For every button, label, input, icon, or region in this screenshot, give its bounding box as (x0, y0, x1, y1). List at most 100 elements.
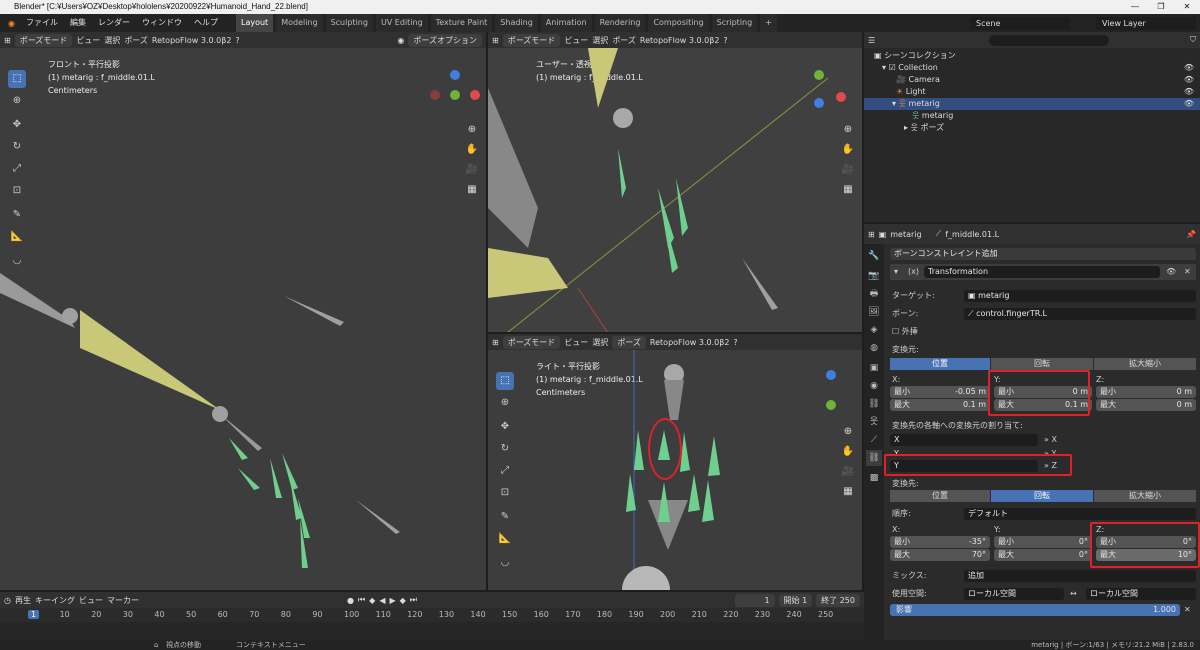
viewport-user[interactable]: ユーザー・透視投影 (1) metarig : f_middle.01.L ⊕ … (488, 48, 862, 332)
delete-constraint-icon[interactable]: ✕ (1184, 266, 1191, 278)
editor-type-icon[interactable]: ⊞ (4, 36, 11, 45)
select-menu[interactable]: 選択 (592, 337, 608, 348)
expand-arrow-icon[interactable]: ▸ (904, 123, 908, 132)
transform-tool-icon[interactable]: ⊡ (496, 484, 514, 502)
pose-menu[interactable]: ポーズ (612, 335, 646, 349)
record-icon[interactable]: ● (347, 596, 354, 605)
editor-type-icon[interactable]: ⊞ (492, 338, 499, 347)
play-reverse-icon[interactable]: ◀ (379, 596, 385, 605)
move-tool-icon[interactable]: ✥ (496, 418, 514, 436)
transform-tool-icon[interactable]: ⊡ (8, 182, 26, 200)
tab-physics-icon[interactable]: ◉ (866, 378, 882, 394)
editor-type-icon[interactable]: ☰ (868, 36, 875, 45)
extrapolate-checkbox[interactable]: ☐ 外挿 (892, 326, 918, 338)
frame-end-field[interactable]: 終了 250 (816, 593, 860, 607)
gizmo-y-axis[interactable] (826, 400, 836, 410)
mode-selector[interactable]: ポーズモード (14, 33, 73, 47)
menu-edit[interactable]: 編集 (65, 14, 91, 32)
tab-texture-icon[interactable]: ▩ (866, 470, 882, 486)
visibility-eye-icon[interactable]: 👁 (1184, 62, 1194, 74)
cursor-tool-icon[interactable]: ⊕ (8, 92, 26, 110)
editor-type-icon[interactable]: ⊞ (492, 36, 499, 45)
ortho-toggle-icon[interactable]: ▦ (840, 484, 856, 500)
workspace-tab-modeling[interactable]: Modeling (276, 14, 323, 32)
menu-render[interactable]: レンダー (93, 14, 135, 32)
scale-tool-icon[interactable]: ⤢ (8, 160, 26, 178)
owner-space-select[interactable]: ローカル空間 (964, 588, 1064, 600)
menu-window[interactable]: ウィンドウ (137, 14, 187, 32)
add-bone-constraint-button[interactable]: ボーンコンストレイント追加 (890, 248, 1196, 260)
map-to-tab-scale[interactable]: 拡大縮小 (1094, 490, 1196, 502)
pose-menu[interactable]: ポーズ (124, 35, 148, 46)
gizmo-z-axis[interactable] (826, 370, 836, 380)
src-z-max-field[interactable]: 最大 0 m (1096, 399, 1196, 411)
outliner-row-scene-collection[interactable]: ▣ シーンコレクション (864, 50, 1200, 62)
src-x-min-field[interactable]: 最小 -0.05 m (890, 386, 990, 398)
target-space-select[interactable]: ローカル空間 (1086, 588, 1196, 600)
workspace-tab-scripting[interactable]: Scripting (711, 14, 758, 32)
maximize-icon[interactable]: ❐ (1148, 0, 1174, 14)
visibility-eye-icon[interactable]: 👁 (1184, 86, 1194, 98)
help-icon[interactable]: ? (733, 338, 737, 347)
checkbox-icon[interactable]: ☑ (889, 63, 896, 72)
bone-field[interactable]: ⟋ control.fingerTR.L (964, 308, 1196, 320)
gizmo-y-axis[interactable] (450, 90, 460, 100)
next-key-icon[interactable]: ◆ (400, 596, 406, 605)
close-icon[interactable]: ✕ (1174, 0, 1200, 14)
ortho-toggle-icon[interactable]: ▦ (840, 182, 856, 198)
retopoflow-menu[interactable]: RetopoFlow 3.0.0β2 (650, 338, 729, 347)
annotate-tool-icon[interactable]: ✎ (8, 206, 26, 224)
select-menu[interactable]: 選択 (104, 35, 120, 46)
tab-bone-constraints-icon[interactable]: ⛓ (866, 450, 882, 466)
pose-tool-icon[interactable]: ◡ (8, 252, 26, 270)
tab-tool-icon[interactable]: 🔧 (866, 248, 882, 264)
add-workspace-icon[interactable]: + (760, 14, 777, 32)
rotate-tool-icon[interactable]: ↻ (496, 440, 514, 458)
visibility-eye-icon[interactable]: 👁 (1184, 74, 1194, 86)
play-icon[interactable]: ▶ (389, 596, 395, 605)
blender-logo-icon[interactable]: ◉ (4, 19, 19, 28)
map-from-tab-rotation[interactable]: 回転 (991, 358, 1093, 370)
pan-icon[interactable]: ✋ (464, 142, 480, 158)
annotate-tool-icon[interactable]: ✎ (496, 508, 514, 526)
tab-constraints-icon[interactable]: ⛓ (866, 396, 882, 412)
map-to-tab-location[interactable]: 位置 (890, 490, 990, 502)
timeline-view-menu[interactable]: ビュー (79, 595, 103, 606)
pose-tool-icon[interactable]: ◡ (496, 554, 514, 572)
target-field[interactable]: ▣ metarig (964, 290, 1196, 302)
axis-map-x-select[interactable]: X (890, 434, 1038, 446)
help-icon[interactable]: ? (235, 36, 239, 45)
camera-view-icon[interactable]: 🎥 (840, 162, 856, 178)
timeline-track[interactable] (0, 622, 864, 640)
frame-start-field[interactable]: 開始 1 (778, 593, 813, 607)
src-x-max-field[interactable]: 最大 0.1 m (890, 399, 990, 411)
outliner-row-camera[interactable]: 🎥 Camera 👁 (864, 74, 1200, 86)
outliner-row-pose[interactable]: ▸ 웃 ポーズ (864, 122, 1200, 134)
view-menu[interactable]: ビュー (564, 337, 588, 348)
zoom-icon[interactable]: ⊕ (840, 122, 856, 138)
menu-file[interactable]: ファイル (21, 14, 63, 32)
expand-arrow-icon[interactable]: ▾ (882, 63, 886, 72)
viewport-right[interactable]: ライト・平行投影 (1) metarig : f_middle.01.L Cen… (488, 350, 862, 590)
workspace-tab-compositing[interactable]: Compositing (648, 14, 709, 32)
workspace-tab-layout[interactable]: Layout (235, 14, 274, 32)
scale-tool-icon[interactable]: ⤢ (496, 462, 514, 480)
mode-selector[interactable]: ポーズモード (502, 335, 561, 349)
workspace-tab-texture-paint[interactable]: Texture Paint (430, 14, 493, 32)
prev-key-icon[interactable]: ◆ (369, 596, 375, 605)
mix-select[interactable]: 追加 (964, 570, 1196, 582)
filter-icon[interactable]: ⛉ (1190, 35, 1196, 45)
tab-bone-icon[interactable]: ⟋ (866, 432, 882, 448)
view-menu[interactable]: ビュー (76, 35, 100, 46)
visibility-icon[interactable]: ◉ (397, 36, 404, 45)
tab-world-icon[interactable]: ◍ (866, 340, 882, 356)
timeline-ruler[interactable]: 1 10 20 30 40 50 60 70 80 90 100 110 120 130 140 150 160… (0, 608, 864, 622)
workspace-tab-shading[interactable]: Shading (495, 14, 538, 32)
zoom-icon[interactable]: ⊕ (464, 122, 480, 138)
camera-view-icon[interactable]: 🎥 (464, 162, 480, 178)
tab-scene-icon[interactable]: ◈ (866, 322, 882, 338)
retopoflow-menu[interactable]: RetopoFlow 3.0.0β2 (152, 36, 231, 45)
pin-icon[interactable]: 📌 (1186, 230, 1196, 239)
move-tool-icon[interactable]: ✥ (8, 116, 26, 134)
tab-object-icon[interactable]: ▣ (866, 360, 882, 376)
